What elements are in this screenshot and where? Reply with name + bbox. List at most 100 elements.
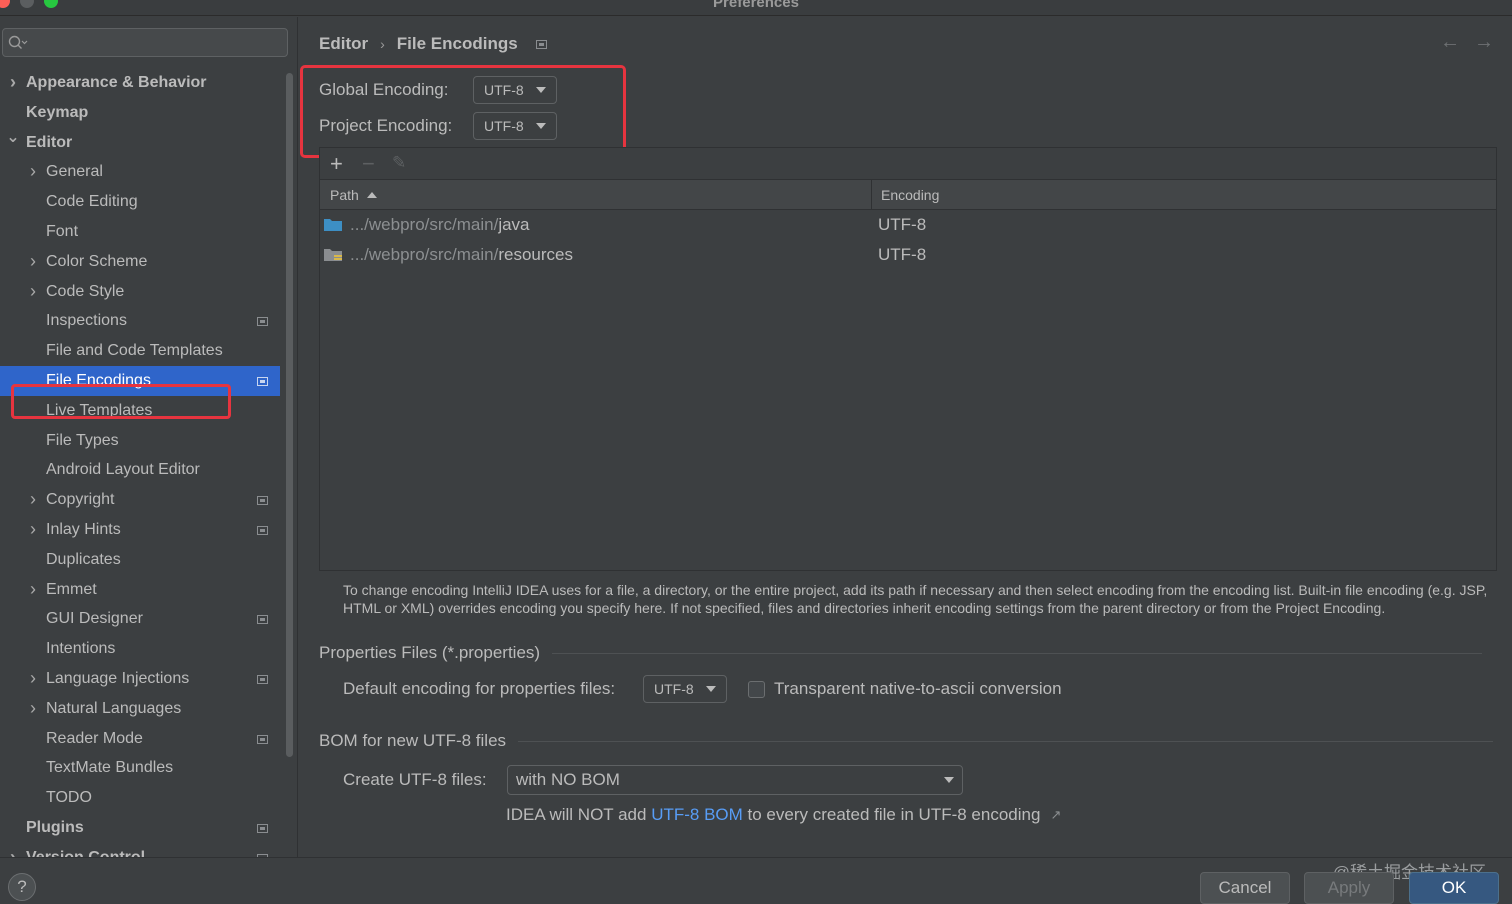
sidebar-item-font[interactable]: Font: [0, 217, 280, 247]
bom-note: IDEA will NOT add UTF-8 BOM to every cre…: [506, 805, 1061, 825]
chevron-right-icon[interactable]: ›: [6, 68, 20, 98]
bom-note-prefix: IDEA will NOT add: [506, 805, 652, 824]
sidebar-scrollbar[interactable]: [286, 73, 293, 757]
sidebar-item-reader-mode[interactable]: Reader Mode: [0, 724, 280, 754]
bom-section-label: BOM for new UTF-8 files: [319, 731, 507, 750]
sidebar-item-todo[interactable]: TODO: [0, 783, 280, 813]
sidebar-item-gui-designer[interactable]: GUI Designer: [0, 604, 280, 634]
chevron-right-icon[interactable]: ›: [26, 515, 40, 545]
sidebar-item-label: Color Scheme: [46, 252, 148, 270]
dialog-footer: ? @稀土掘金技术社区 Cancel Apply OK: [0, 857, 1512, 904]
sidebar-item-file-types[interactable]: File Types: [0, 426, 280, 456]
chevron-down-icon[interactable]: ⌄: [6, 123, 20, 153]
path-prefix: .../webpro/src/main/: [350, 215, 499, 234]
project-scope-icon: [535, 39, 547, 49]
chevron-right-icon[interactable]: ›: [26, 247, 40, 277]
breadcrumb-parent[interactable]: Editor: [319, 34, 368, 54]
ok-button[interactable]: OK: [1409, 872, 1499, 904]
sidebar-item-label: Plugins: [26, 818, 84, 836]
chevron-right-icon[interactable]: ›: [26, 664, 40, 694]
properties-section-label: Properties Files (*.properties): [319, 643, 541, 662]
chevron-right-icon[interactable]: ›: [26, 485, 40, 515]
project-scope-icon: [257, 615, 268, 625]
chevron-right-icon[interactable]: ›: [26, 694, 40, 724]
sidebar-item-inlay-hints[interactable]: › Inlay Hints: [0, 515, 280, 545]
sidebar-item-plugins[interactable]: Plugins: [0, 813, 280, 843]
settings-tree: › Appearance & Behavior Keymap ⌄ Editor › Gene…: [0, 68, 280, 857]
sidebar-item-label: Intentions: [46, 640, 116, 658]
project-scope-icon: [257, 674, 268, 684]
sidebar-item-version-control[interactable]: › Version Control: [0, 843, 280, 857]
path-cell: .../webpro/src/main/java: [350, 210, 530, 240]
cancel-button[interactable]: Cancel: [1200, 872, 1290, 904]
settings-sidebar: › Appearance & Behavior Keymap ⌄ Editor › Gene…: [0, 17, 298, 857]
sidebar-item-label: Appearance & Behavior: [26, 74, 207, 91]
sidebar-item-label: Inlay Hints: [46, 520, 121, 538]
properties-encoding-row: Default encoding for properties files: U…: [343, 675, 1062, 703]
sidebar-item-label: File Types: [46, 431, 119, 449]
sidebar-item-color-scheme[interactable]: › Color Scheme: [0, 247, 280, 277]
sidebar-item-textmate-bundles[interactable]: TextMate Bundles: [0, 753, 280, 783]
sidebar-item-appearance-behavior[interactable]: › Appearance & Behavior: [0, 68, 280, 98]
sidebar-item-editor[interactable]: ⌄ Editor: [0, 128, 280, 158]
window-title: Preferences: [713, 0, 799, 11]
back-arrow-icon[interactable]: ←: [1440, 31, 1460, 54]
forward-arrow-icon[interactable]: →: [1474, 31, 1494, 54]
bom-create-select[interactable]: with NO BOM: [507, 765, 963, 795]
sidebar-item-natural-languages[interactable]: › Natural Languages: [0, 694, 280, 724]
sidebar-item-label: Duplicates: [46, 550, 121, 568]
sidebar-item-label: Android Layout Editor: [46, 461, 200, 479]
table-toolbar: + − ✎: [320, 148, 1496, 180]
path-cell: .../webpro/src/main/resources: [350, 240, 573, 270]
sidebar-item-file-and-code-templates[interactable]: File and Code Templates: [0, 336, 280, 366]
sidebar-item-intentions[interactable]: Intentions: [0, 634, 280, 664]
properties-encoding-value: UTF-8: [654, 681, 694, 697]
path-encoding-table: + − ✎ Path Encoding .../webpro/src/main/…: [319, 147, 1497, 571]
sidebar-item-android-layout-editor[interactable]: Android Layout Editor: [0, 455, 280, 485]
sidebar-item-copyright[interactable]: › Copyright: [0, 485, 280, 515]
sidebar-item-duplicates[interactable]: Duplicates: [0, 545, 280, 575]
sidebar-item-language-injections[interactable]: › Language Injections: [0, 664, 280, 694]
apply-button[interactable]: Apply: [1304, 872, 1394, 904]
sidebar-item-label: GUI Designer: [46, 610, 143, 628]
sidebar-item-code-style[interactable]: › Code Style: [0, 277, 280, 307]
sidebar-item-code-editing[interactable]: Code Editing: [0, 187, 280, 217]
chevron-right-icon[interactable]: ›: [26, 157, 40, 187]
help-button[interactable]: ?: [8, 873, 36, 901]
bom-create-row: Create UTF-8 files: with NO BOM: [343, 765, 963, 795]
utf8-bom-link[interactable]: UTF-8 BOM: [651, 805, 743, 825]
path-column-header[interactable]: Path: [330, 180, 377, 210]
external-link-icon[interactable]: ↗: [1050, 807, 1061, 823]
chevron-down-icon: [944, 777, 954, 783]
chevron-right-icon[interactable]: ›: [6, 843, 20, 857]
column-divider[interactable]: [871, 180, 872, 210]
sidebar-item-general[interactable]: › General: [0, 157, 280, 187]
settings-search-input[interactable]: [2, 28, 288, 57]
project-scope-icon: [257, 376, 268, 386]
sidebar-item-label: Emmet: [46, 580, 97, 598]
sidebar-item-inspections[interactable]: Inspections: [0, 306, 280, 336]
table-row[interactable]: .../webpro/src/main/resources UTF-8: [320, 240, 1496, 270]
chevron-right-icon[interactable]: ›: [26, 277, 40, 307]
properties-encoding-select[interactable]: UTF-8: [643, 675, 727, 703]
sidebar-item-label: Code Editing: [46, 193, 138, 211]
remove-path-button[interactable]: −: [362, 151, 375, 177]
chevron-right-icon[interactable]: ›: [26, 575, 40, 605]
table-body: .../webpro/src/main/java UTF-8 .../webpro/…: [320, 210, 1496, 270]
search-icon: [8, 35, 28, 49]
section-divider: [552, 652, 1483, 654]
encoding-column-header[interactable]: Encoding: [881, 180, 939, 210]
transparent-conversion-checkbox[interactable]: [748, 680, 765, 698]
edit-path-button[interactable]: ✎: [392, 153, 406, 173]
properties-section-title: Properties Files (*.properties): [319, 643, 1483, 663]
table-row[interactable]: .../webpro/src/main/java UTF-8: [320, 210, 1496, 240]
add-path-button[interactable]: +: [330, 151, 343, 177]
encoding-cell[interactable]: UTF-8: [878, 210, 926, 240]
sidebar-item-label: TODO: [46, 789, 92, 807]
transparent-conversion-label[interactable]: Transparent native-to-ascii conversion: [774, 679, 1062, 699]
sidebar-item-keymap[interactable]: Keymap: [0, 98, 280, 128]
project-scope-icon: [257, 823, 268, 833]
encoding-cell[interactable]: UTF-8: [878, 240, 926, 270]
sidebar-item-label: Editor: [26, 133, 73, 151]
sidebar-item-emmet[interactable]: › Emmet: [0, 575, 280, 605]
